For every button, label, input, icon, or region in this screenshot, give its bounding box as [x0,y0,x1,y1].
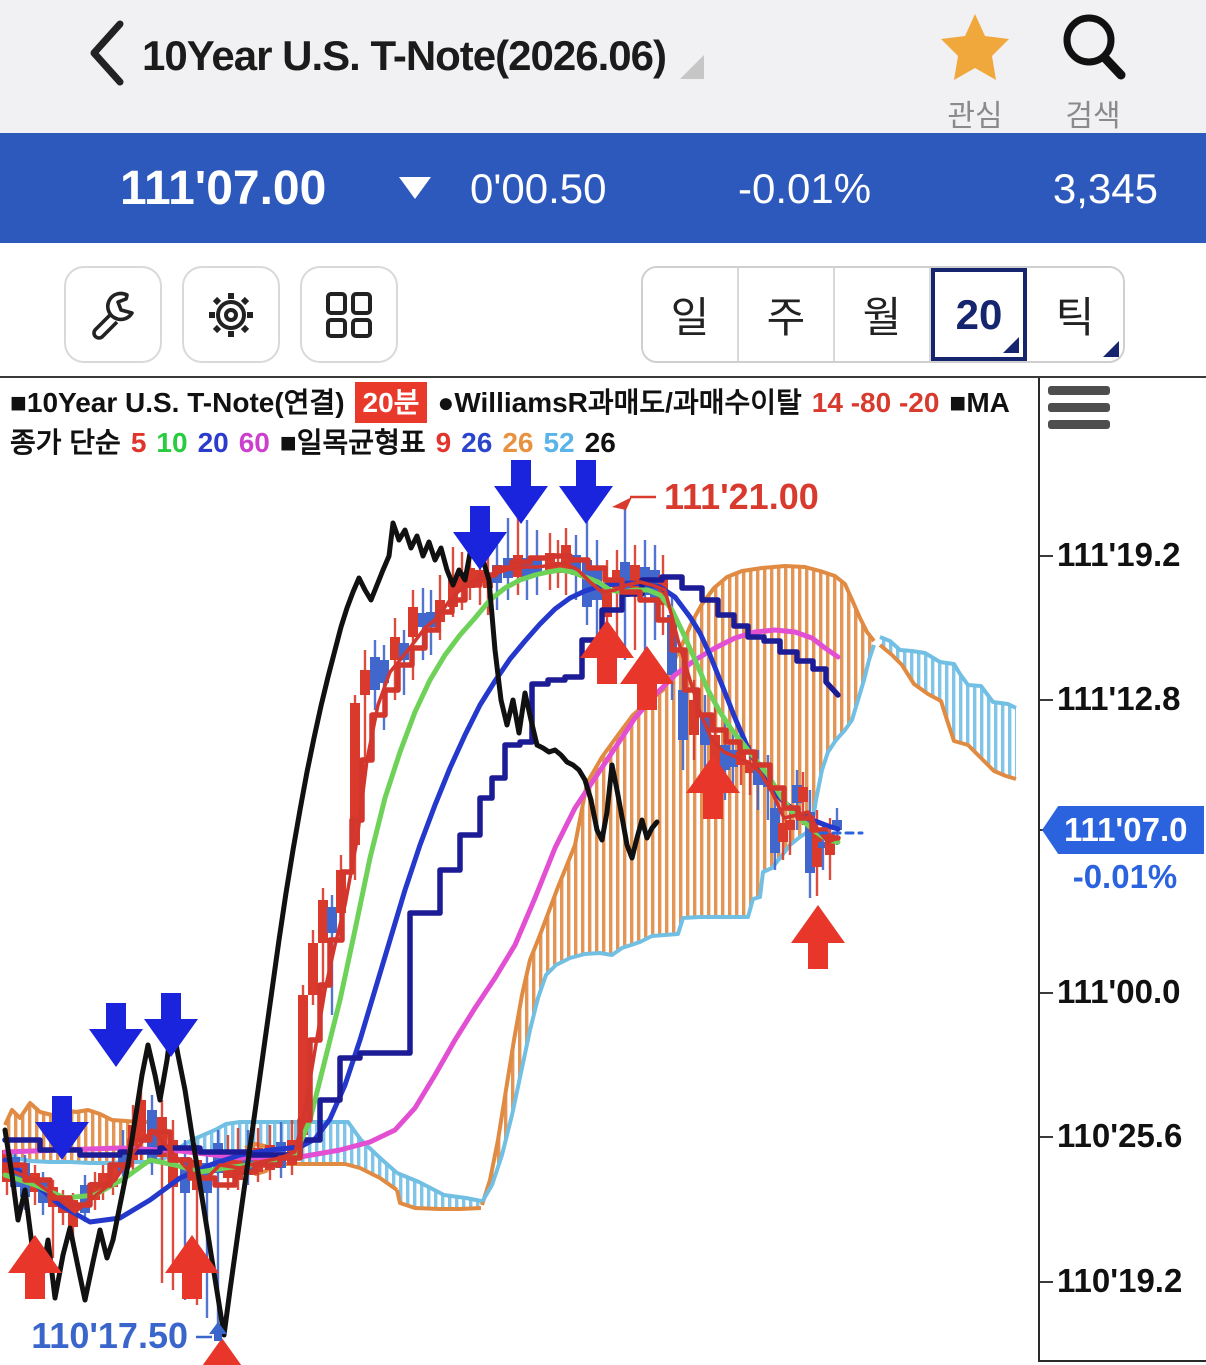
timeframe-주[interactable]: 주 [739,268,835,361]
legend-item: ■10Year U.S. T-Note(연결) [10,387,345,418]
instrument-selector[interactable]: 10Year U.S. T-Note(2026.06) [142,26,704,86]
search-button[interactable]: 검색 [1048,12,1138,135]
axis-label: 110'19.2 [1057,1262,1183,1299]
legend-item: 5 [130,427,147,458]
timeframe-20[interactable]: 20 [931,268,1027,361]
axis-label: 110'25.6 [1057,1117,1183,1154]
layout-button[interactable] [300,266,398,363]
badge-percent: -0.01% [1072,858,1178,895]
back-button[interactable] [84,18,130,88]
price-axis-panel: 111'19.2 111'12.8 111'00.0 110'25.6 110'19.2… [1038,378,1206,1362]
timeframe-일[interactable]: 일 [643,268,739,361]
price-change: 0'00.50 [470,165,607,212]
legend-item: 9 [435,427,452,458]
price-change-percent: -0.01% [738,165,872,212]
legend-item: ■일목균형표 [279,427,426,458]
current-price: 111'07.00 [120,162,327,215]
page-title: 10Year U.S. T-Note(2026.06) [142,32,667,79]
axis-label: 111'19.2 [1057,536,1181,573]
trading-app: 10Year U.S. T-Note(2026.06) 관심 검색 111'07… [0,0,1206,1365]
legend-item: ■MA [949,387,1010,418]
axis-label: 111'00.0 [1057,973,1181,1010]
svg-text:111'21.00: 111'21.00 [664,476,819,517]
timeframe-segmented-control: 일 주 월 20 틱 [641,266,1125,363]
legend-item: 26 [584,427,616,458]
favorites-button[interactable]: 관심 [930,12,1020,135]
legend-item: 60 [238,427,270,458]
favorites-label: 관심 [947,100,1003,133]
legend-item: 10 [156,427,188,458]
badge-price: 111'07.0 [1064,811,1188,848]
legend-item: 26 [461,427,493,458]
legend-item: 종가 단순 [10,427,121,458]
settings-button[interactable] [182,266,280,363]
legend-item: 26 [502,427,534,458]
wrench-icon [92,291,134,340]
volume: 3,345 [1052,165,1158,212]
gear-icon [209,292,253,337]
timeframe-월[interactable]: 월 [835,268,931,361]
menu-icon[interactable] [1048,386,1110,434]
down-triangle-icon [399,177,431,199]
chart-legend: ■10Year U.S. T-Note(연결) 20분 ●WilliamsR과매도/… [10,382,1030,462]
dropdown-triangle-icon [1103,341,1119,357]
grid-icon [326,291,372,338]
timeframe-틱[interactable]: 틱 [1027,268,1123,361]
legend-item: 14 -80 -20 [811,387,940,418]
legend-item: 52 [543,427,575,458]
header: 10Year U.S. T-Note(2026.06) 관심 검색 [0,0,1206,133]
price-chart[interactable]: 111'21.00 110'17.50 [0,378,1038,1365]
search-icon [1063,14,1126,80]
legend-item: 20 [197,427,229,458]
axis-label: 111'12.8 [1057,680,1181,717]
dropdown-triangle-icon [1003,337,1019,353]
legend-item: 20분 [354,382,428,423]
tools-button[interactable] [64,266,162,363]
dropdown-triangle-icon [679,55,704,79]
price-summary-bar: 111'07.00 0'00.50 -0.01% 3,345 [0,133,1206,243]
search-label: 검색 [1065,100,1121,133]
legend-item: ●WilliamsR과매도/과매수이탈 [437,387,802,418]
current-price-badge: 111'07.0 [1042,806,1204,854]
star-icon [941,14,1009,80]
svg-text:110'17.50: 110'17.50 [31,1315,188,1356]
